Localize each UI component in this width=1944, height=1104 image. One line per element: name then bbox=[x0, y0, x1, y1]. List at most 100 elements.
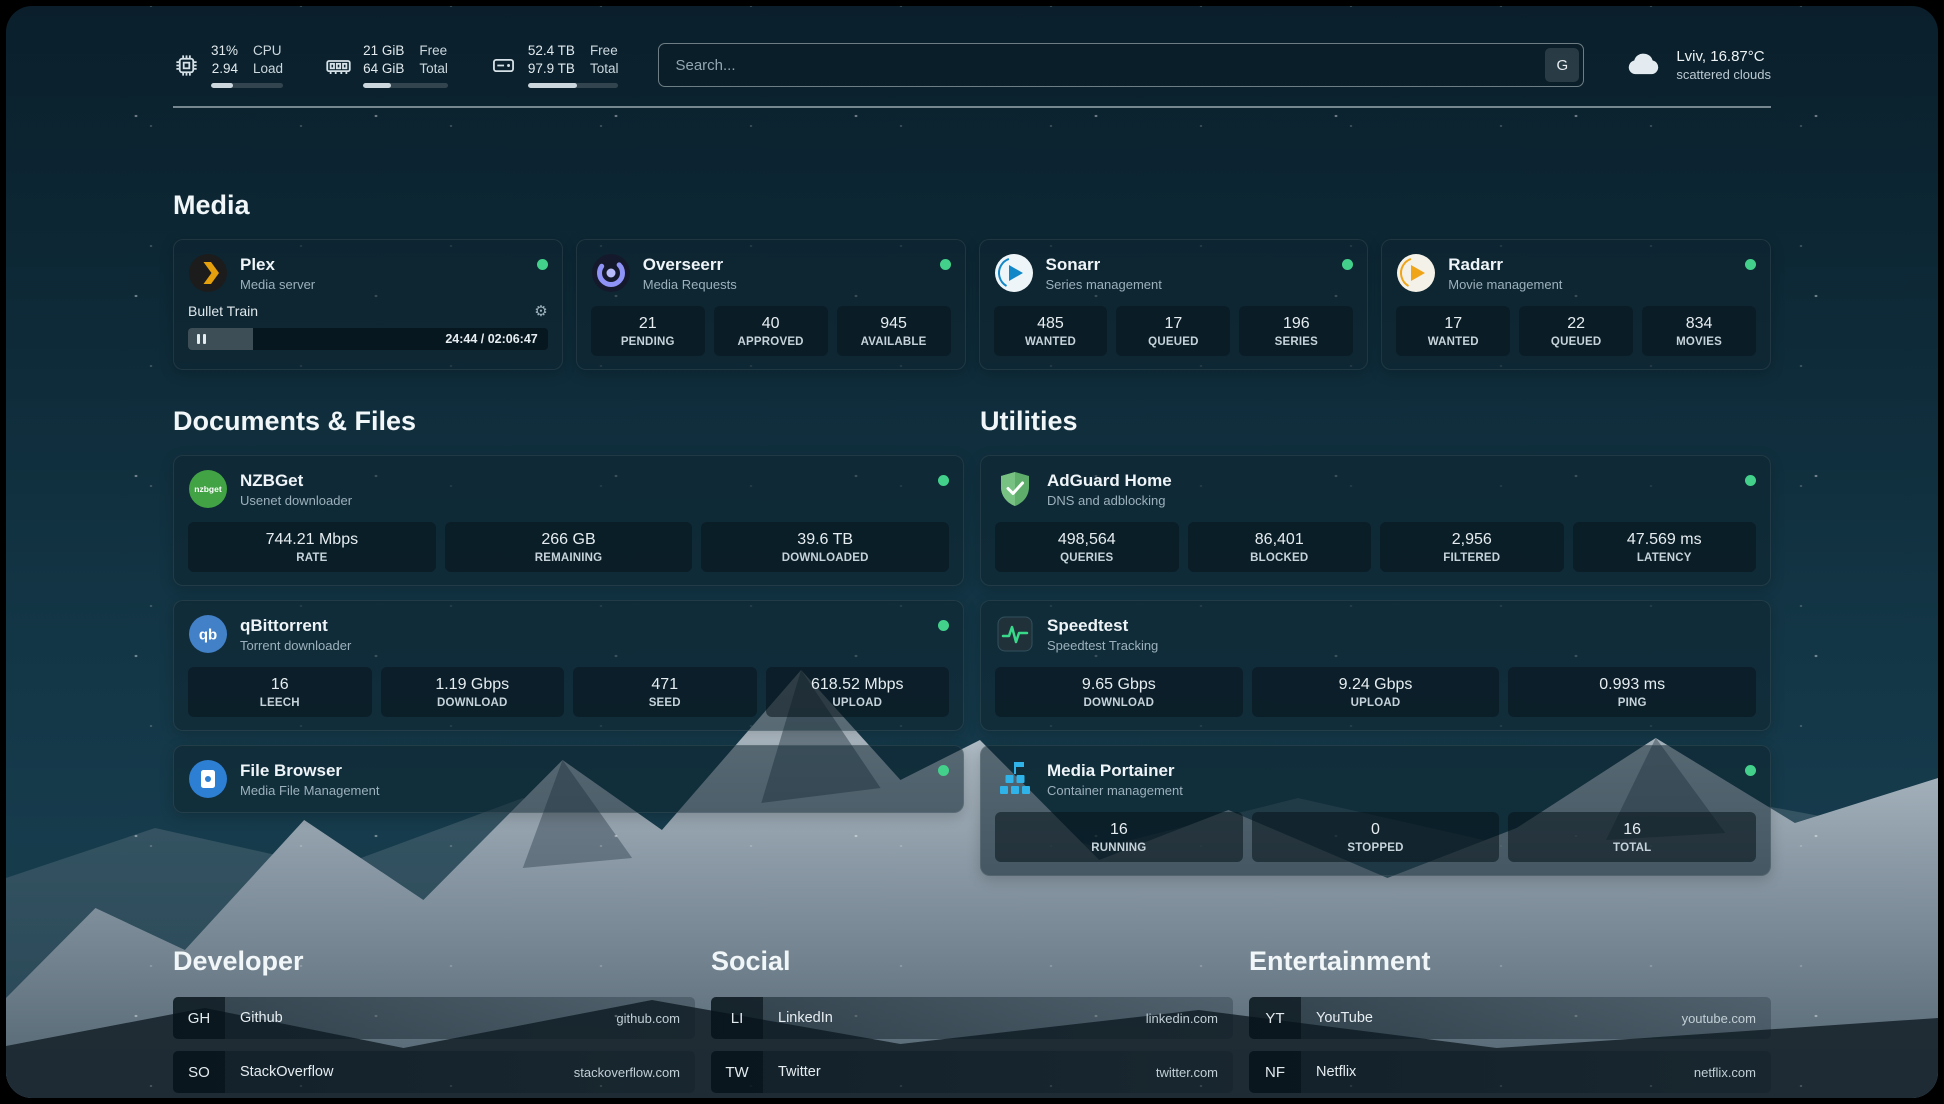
stat-value: 0 bbox=[1256, 821, 1496, 839]
sonarr-icon bbox=[994, 253, 1034, 293]
service-card-speedtest[interactable]: Speedtest Speedtest Tracking 9.65 Gbps D… bbox=[980, 600, 1771, 731]
bookmark-name: LinkedIn bbox=[763, 1010, 833, 1026]
stat-tile: 21 PENDING bbox=[591, 306, 705, 356]
bookmark-url: github.com bbox=[616, 1011, 695, 1026]
stat-value: 17 bbox=[1400, 315, 1506, 333]
stat-label: QUEUED bbox=[1120, 336, 1226, 348]
bookmark-abbr: NF bbox=[1249, 1051, 1301, 1093]
stat-value: 485 bbox=[998, 315, 1104, 333]
weather-location: Lviv, 16.87°C bbox=[1676, 48, 1771, 65]
stat-label: DOWNLOADED bbox=[705, 552, 945, 564]
stat-tile: 744.21 Mbps RATE bbox=[188, 522, 436, 572]
service-card-radarr[interactable]: Radarr Movie management 17 WANTED 22 QUE… bbox=[1381, 239, 1771, 370]
search-input[interactable] bbox=[658, 43, 1584, 87]
memory-widget: 21 GiB 64 GiB Free Total bbox=[325, 42, 448, 88]
bookmark-abbr: GH bbox=[173, 997, 225, 1039]
playback-progress-bar[interactable]: 24:44 / 02:06:47 bbox=[188, 328, 548, 350]
disk-free-value: 52.4 TB bbox=[528, 42, 575, 60]
bookmarks-section: Developer GH Github github.com SO StackO… bbox=[173, 946, 1771, 1098]
bookmark-youtube[interactable]: YT YouTube youtube.com bbox=[1249, 997, 1771, 1039]
pause-icon[interactable] bbox=[197, 334, 206, 344]
overseerr-icon bbox=[591, 253, 631, 293]
stat-value: 39.6 TB bbox=[705, 531, 945, 549]
stat-tile: 16 TOTAL bbox=[1508, 812, 1756, 862]
search-bar: G bbox=[658, 43, 1584, 87]
bookmark-github[interactable]: GH Github github.com bbox=[173, 997, 695, 1039]
section-title-media: Media bbox=[173, 190, 1771, 221]
service-card-sonarr[interactable]: Sonarr Series management 485 WANTED 17 Q… bbox=[979, 239, 1369, 370]
stat-tile: 16 LEECH bbox=[188, 667, 372, 717]
stat-tile: 17 WANTED bbox=[1396, 306, 1510, 356]
service-card-overseerr[interactable]: Overseerr Media Requests 21 PENDING 40 A… bbox=[576, 239, 966, 370]
stat-label: RUNNING bbox=[999, 842, 1239, 854]
weather-condition: scattered clouds bbox=[1676, 67, 1771, 82]
bookmark-linkedin[interactable]: LI LinkedIn linkedin.com bbox=[711, 997, 1233, 1039]
status-dot bbox=[938, 765, 949, 776]
stat-label: UPLOAD bbox=[1256, 697, 1496, 709]
status-dot bbox=[1745, 765, 1756, 776]
service-card-filebrowser[interactable]: File Browser Media File Management bbox=[173, 745, 964, 813]
stat-label: QUERIES bbox=[999, 552, 1175, 564]
stat-label: DOWNLOAD bbox=[999, 697, 1239, 709]
stat-value: 2,956 bbox=[1384, 531, 1560, 549]
stat-value: 618.52 Mbps bbox=[770, 676, 946, 694]
stat-tile: 47.569 ms LATENCY bbox=[1573, 522, 1757, 572]
stat-tile: 9.24 Gbps UPLOAD bbox=[1252, 667, 1500, 717]
memory-icon bbox=[325, 52, 352, 79]
bookmark-abbr: LI bbox=[711, 997, 763, 1039]
stat-label: RATE bbox=[192, 552, 432, 564]
stat-tile: 498,564 QUERIES bbox=[995, 522, 1179, 572]
service-description: Speedtest Tracking bbox=[1047, 638, 1158, 653]
stat-value: 9.24 Gbps bbox=[1256, 676, 1496, 694]
stats-row: 16 RUNNING 0 STOPPED 16 TOTAL bbox=[995, 812, 1756, 862]
gear-icon[interactable]: ⚙ bbox=[534, 302, 547, 320]
service-name: File Browser bbox=[240, 761, 379, 781]
service-card-nzbget[interactable]: nzbget NZBGet Usenet downloader 744.21 M… bbox=[173, 455, 964, 586]
service-name: AdGuard Home bbox=[1047, 471, 1172, 491]
filebrowser-icon bbox=[188, 759, 228, 799]
stat-tile: 266 GB REMAINING bbox=[445, 522, 693, 572]
status-dot bbox=[537, 259, 548, 270]
section-title-entertainment: Entertainment bbox=[1249, 946, 1771, 977]
bookmark-url: stackoverflow.com bbox=[574, 1065, 695, 1080]
bookmark-twitter[interactable]: TW Twitter twitter.com bbox=[711, 1051, 1233, 1093]
stat-label: QUEUED bbox=[1523, 336, 1629, 348]
disk-widget: 52.4 TB 97.9 TB Free Total bbox=[490, 42, 619, 88]
service-card-portainer[interactable]: Media Portainer Container management 16 … bbox=[980, 745, 1771, 876]
service-name: Overseerr bbox=[643, 255, 737, 275]
service-description: DNS and adblocking bbox=[1047, 493, 1172, 508]
bookmark-group-developer: Developer GH Github github.com SO StackO… bbox=[173, 946, 695, 1098]
memory-free-value: 21 GiB bbox=[363, 42, 404, 60]
cpu-load-label: Load bbox=[253, 60, 283, 78]
service-description: Movie management bbox=[1448, 277, 1562, 292]
stat-label: BLOCKED bbox=[1192, 552, 1368, 564]
stat-tile: 485 WANTED bbox=[994, 306, 1108, 356]
stat-label: LATENCY bbox=[1577, 552, 1753, 564]
utilities-column: Utilities Ad bbox=[980, 370, 1771, 890]
bookmark-netflix[interactable]: NF Netflix netflix.com bbox=[1249, 1051, 1771, 1093]
stat-value: 40 bbox=[718, 315, 824, 333]
service-description: Container management bbox=[1047, 783, 1183, 798]
disk-free-label: Free bbox=[590, 42, 619, 60]
stat-value: 16 bbox=[192, 676, 368, 694]
disk-icon bbox=[490, 52, 517, 79]
bookmark-name: Github bbox=[225, 1010, 283, 1026]
dashboard-screen: 31% 2.94 CPU Load bbox=[6, 6, 1938, 1098]
stats-row: 9.65 Gbps DOWNLOAD 9.24 Gbps UPLOAD 0.99… bbox=[995, 667, 1756, 717]
service-card-qbittorrent[interactable]: qb qBittorrent Torrent downloader 16 bbox=[173, 600, 964, 731]
bookmark-stackoverflow[interactable]: SO StackOverflow stackoverflow.com bbox=[173, 1051, 695, 1093]
bookmark-name: YouTube bbox=[1301, 1010, 1373, 1026]
disk-total-label: Total bbox=[590, 60, 619, 78]
service-card-adguard[interactable]: AdGuard Home DNS and adblocking 498,564 … bbox=[980, 455, 1771, 586]
header-divider bbox=[173, 106, 1771, 108]
stat-label: PENDING bbox=[595, 336, 701, 348]
stats-row: 485 WANTED 17 QUEUED 196 SERIES bbox=[994, 306, 1354, 356]
stat-label: UPLOAD bbox=[770, 697, 946, 709]
stat-value: 196 bbox=[1243, 315, 1349, 333]
top-bar: 31% 2.94 CPU Load bbox=[173, 6, 1771, 88]
stat-value: 498,564 bbox=[999, 531, 1175, 549]
search-provider-button[interactable]: G bbox=[1545, 48, 1579, 82]
service-card-plex[interactable]: Plex Media server Bullet Train ⚙ bbox=[173, 239, 563, 370]
stats-row: 744.21 Mbps RATE 266 GB REMAINING 39.6 T… bbox=[188, 522, 949, 572]
service-description: Media server bbox=[240, 277, 315, 292]
